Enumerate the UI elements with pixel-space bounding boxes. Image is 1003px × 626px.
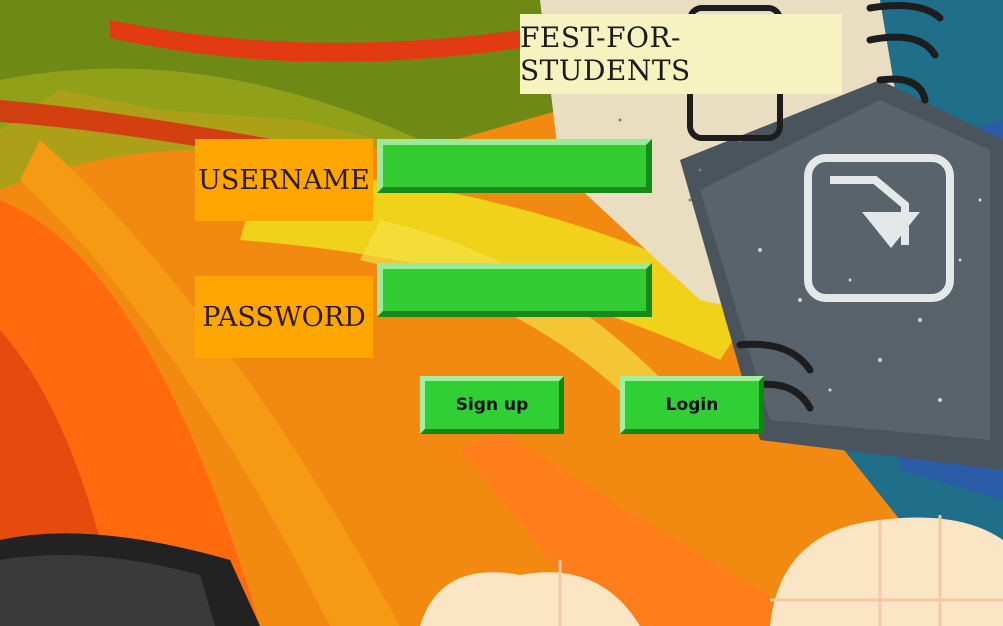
login-button-label: Login [665,395,719,415]
signup-button-label: Sign up [455,395,529,415]
username-label: USERNAME [195,139,373,221]
password-label: PASSWORD [195,276,373,358]
login-button[interactable]: Login [620,376,764,434]
password-input[interactable] [377,263,652,317]
app-title: FEST-FOR-STUDENTS [520,14,842,94]
username-input[interactable] [377,139,652,193]
signup-button[interactable]: Sign up [420,376,564,434]
